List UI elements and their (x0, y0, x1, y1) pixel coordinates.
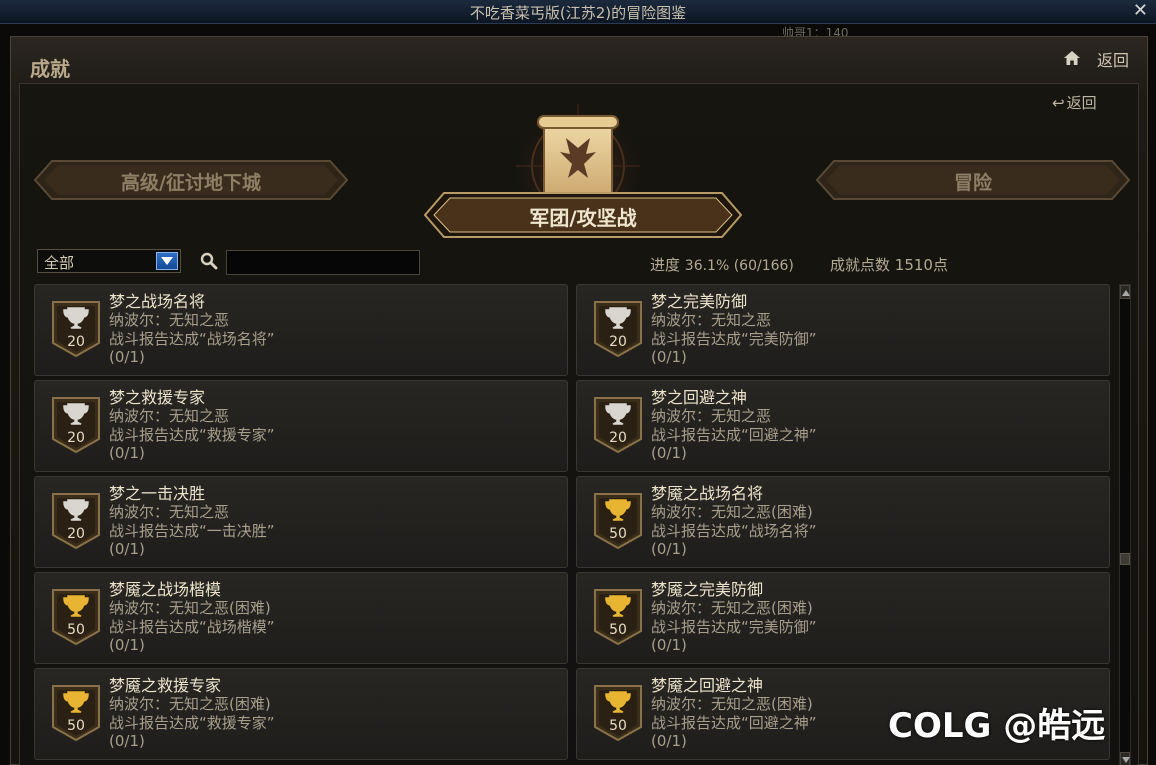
achievement-progress: (0/1) (651, 636, 687, 654)
points-label: 成就点数 (830, 256, 891, 274)
achievement-card[interactable]: 20 梦之回避之神 纳波尔：无知之恶 战斗报告达成“回避之神” (0/1) (576, 380, 1110, 472)
achievement-description: 战斗报告达成“回避之神” (651, 426, 817, 444)
points-value: 20 (67, 334, 85, 350)
tab-label: 冒险 (953, 172, 992, 194)
achievement-dungeon: 纳波尔：无知之恶 (109, 407, 230, 425)
progress-label: 进度 (650, 256, 681, 274)
achievement-card[interactable]: 50 梦魇之战场名将 纳波尔：无知之恶(困难) 战斗报告达成“战场名将” (0/1) (576, 476, 1110, 568)
watermark: COLG @皓远 (888, 706, 1106, 746)
progress-text: 进度 36.1% (60/166) (650, 254, 794, 275)
achievement-card[interactable]: 50 梦魇之战场楷模 纳波尔：无知之恶(困难) 战斗报告达成“战场楷模” (0/1) (34, 572, 568, 664)
achievement-description: 战斗报告达成“完美防御” (651, 618, 817, 636)
points-value: 50 (67, 622, 85, 638)
achievement-card[interactable]: 50 梦魇之救援专家 纳波尔：无知之恶(困难) 战斗报告达成“救援专家” (0/1) (34, 668, 568, 760)
achievement-card[interactable]: 20 梦之一击决胜 纳波尔：无知之恶 战斗报告达成“一击决胜” (0/1) (34, 476, 568, 568)
scroll-up-button[interactable] (1120, 285, 1130, 299)
points-badge: 50 (593, 589, 643, 645)
achievement-card[interactable]: 20 梦之战场名将 纳波尔：无知之恶 战斗报告达成“战场名将” (0/1) (34, 284, 568, 376)
tab-label: 高级/征讨地下城 (121, 172, 261, 194)
points-text: 成就点数 1510点 (830, 254, 948, 275)
search-icon[interactable] (200, 252, 218, 270)
achievement-progress: (0/1) (651, 348, 687, 366)
points-value: 20 (67, 430, 85, 446)
achievement-progress: (0/1) (109, 732, 145, 750)
achievement-dungeon: 纳波尔：无知之恶 (109, 311, 230, 329)
category-select-value: 全部 (44, 254, 75, 272)
achievement-description: 战斗报告达成“救援专家” (109, 714, 275, 732)
section-title: 成就 (30, 57, 70, 81)
achievement-dungeon: 纳波尔：无知之恶 (651, 407, 772, 425)
achievement-dungeon: 纳波尔：无知之恶 (651, 311, 772, 329)
achievement-card[interactable]: 20 梦之救援专家 纳波尔：无知之恶 战斗报告达成“救援专家” (0/1) (34, 380, 568, 472)
points-badge: 50 (51, 589, 101, 645)
achievement-description: 战斗报告达成“战场名将” (109, 330, 275, 348)
scrollbar[interactable] (1119, 284, 1131, 765)
achievement-description: 战斗报告达成“回避之神” (651, 714, 817, 732)
points-badge: 20 (51, 301, 101, 357)
points-badge: 50 (593, 493, 643, 549)
points-value: 50 (609, 526, 627, 542)
points-value: 50 (67, 718, 85, 734)
points-badge: 20 (593, 301, 643, 357)
achievement-window: 成就 返回 ↩ 返回 高级/征讨地下城 冒险 军团/攻坚战 全部 进度 36.1… (10, 36, 1148, 765)
tab-legion-raid[interactable]: 军团/攻坚战 (424, 192, 742, 238)
points-value: 1510点 (894, 256, 948, 274)
close-icon[interactable]: ✕ (1133, 0, 1148, 21)
back-button-top[interactable]: 返回 (1097, 47, 1129, 71)
achievement-description: 战斗报告达成“战场楷模” (109, 618, 275, 636)
achievement-progress: (0/1) (109, 540, 145, 558)
scroll-thumb[interactable] (1120, 553, 1130, 565)
achievement-progress: (0/1) (651, 732, 687, 750)
search-input[interactable] (226, 250, 420, 275)
scroll-down-button[interactable] (1120, 752, 1130, 765)
achievement-card[interactable]: 20 梦之完美防御 纳波尔：无知之恶 战斗报告达成“完美防御” (0/1) (576, 284, 1110, 376)
tab-advanced-dungeon[interactable]: 高级/征讨地下城 (34, 160, 348, 200)
points-value: 20 (609, 430, 627, 446)
achievement-list: 20 梦之战场名将 纳波尔：无知之恶 战斗报告达成“战场名将” (0/1) 20 梦之完美防… (34, 284, 1114, 765)
points-badge: 20 (51, 493, 101, 549)
category-select[interactable]: 全部 (37, 249, 181, 273)
points-badge: 20 (593, 397, 643, 453)
points-value: 20 (67, 526, 85, 542)
tab-label: 军团/攻坚战 (529, 206, 637, 230)
achievement-progress: (0/1) (109, 636, 145, 654)
window-title: 不吃香菜丐版(江苏2)的冒险图鉴 (469, 4, 687, 22)
achievement-dungeon: 纳波尔：无知之恶(困难) (651, 695, 813, 713)
achievement-card[interactable]: 50 梦魇之完美防御 纳波尔：无知之恶(困难) 战斗报告达成“完美防御” (0/1) (576, 572, 1110, 664)
points-value: 50 (609, 718, 627, 734)
achievement-dungeon: 纳波尔：无知之恶(困难) (651, 503, 813, 521)
back-button-inner[interactable]: ↩ 返回 (1052, 92, 1097, 113)
home-icon[interactable] (1063, 49, 1081, 67)
achievement-progress: (0/1) (109, 348, 145, 366)
window-titlebar: 不吃香菜丐版(江苏2)的冒险图鉴 ✕ 帅哥1：140 (0, 0, 1156, 40)
achievement-description: 战斗报告达成“一击决胜” (109, 522, 275, 540)
achievement-description: 战斗报告达成“完美防御” (651, 330, 817, 348)
achievement-dungeon: 纳波尔：无知之恶(困难) (651, 599, 813, 617)
points-value: 50 (609, 622, 627, 638)
achievement-dungeon: 纳波尔：无知之恶(困难) (109, 695, 271, 713)
return-arrow-icon: ↩ (1052, 94, 1065, 112)
chevron-down-icon[interactable] (156, 252, 178, 270)
achievement-description: 战斗报告达成“救援专家” (109, 426, 275, 444)
back-label: 返回 (1066, 94, 1097, 112)
points-badge: 20 (51, 397, 101, 453)
achievement-dungeon: 纳波尔：无知之恶(困难) (109, 599, 271, 617)
points-badge: 50 (593, 685, 643, 741)
achievement-progress: (0/1) (651, 444, 687, 462)
progress-value: 36.1% (60/166) (684, 258, 794, 274)
points-value: 20 (609, 334, 627, 350)
tab-adventure[interactable]: 冒险 (816, 160, 1130, 200)
inner-panel: ↩ 返回 高级/征讨地下城 冒险 军团/攻坚战 全部 进度 36.1% (60/… (19, 83, 1139, 765)
achievement-description: 战斗报告达成“战场名将” (651, 522, 817, 540)
achievement-progress: (0/1) (651, 540, 687, 558)
achievement-progress: (0/1) (109, 444, 145, 462)
achievement-dungeon: 纳波尔：无知之恶 (109, 503, 230, 521)
points-badge: 50 (51, 685, 101, 741)
